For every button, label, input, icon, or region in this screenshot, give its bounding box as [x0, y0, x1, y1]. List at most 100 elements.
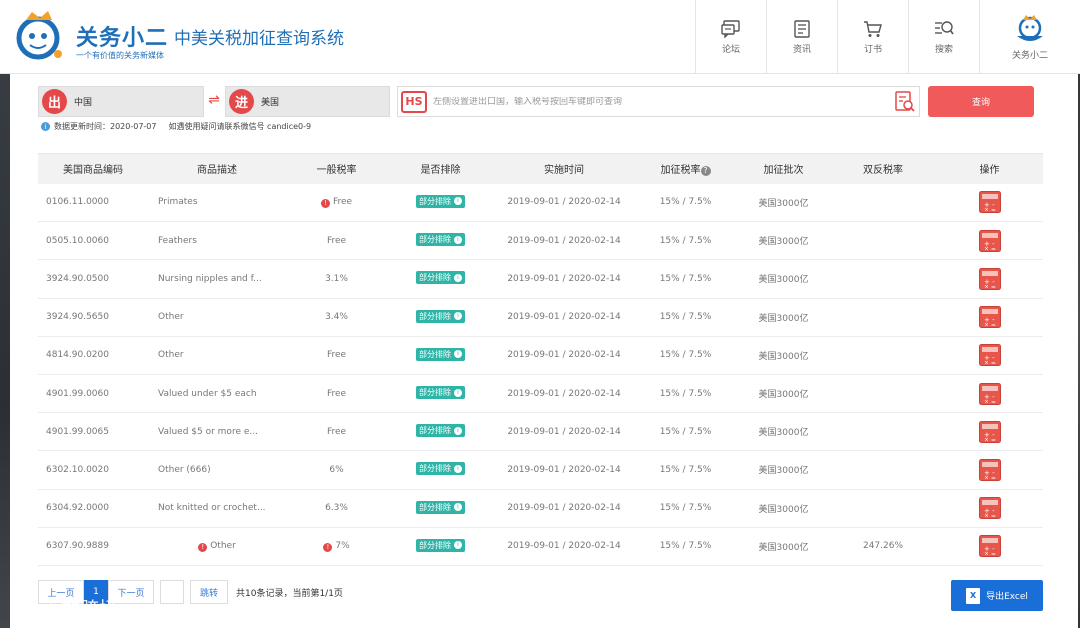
warning-icon[interactable]: !	[198, 542, 208, 552]
warning-icon[interactable]: !	[320, 198, 330, 208]
nav-forum-label: 论坛	[721, 44, 740, 55]
cell-batch: 美国3000亿	[737, 221, 830, 261]
calculator-icon[interactable]: + - × =	[978, 458, 1001, 481]
query-button[interactable]: 查询	[928, 86, 1034, 117]
partial-exclusion-tag[interactable]: 部分排除 i	[416, 194, 465, 208]
calculator-icon[interactable]: + - × =	[978, 306, 1001, 329]
cell-desc: Other	[148, 336, 286, 375]
nav-order-book[interactable]: 订书	[837, 0, 908, 74]
partial-exclusion-tag[interactable]: 部分排除 i	[416, 271, 465, 285]
cell-ad-cvd	[830, 450, 936, 490]
col-header-desc[interactable]: 商品描述	[148, 153, 286, 184]
document-search-icon[interactable]	[893, 90, 917, 114]
calculator-icon[interactable]: + - × =	[978, 497, 1001, 520]
page-jump-input[interactable]	[160, 580, 184, 604]
info-icon: i	[454, 273, 462, 282]
partial-exclusion-tag[interactable]: 部分排除 i	[416, 538, 465, 552]
nav-user[interactable]: 关务小二	[979, 0, 1080, 74]
partial-exclusion-tag[interactable]: 部分排除 i	[416, 386, 465, 400]
table-row[interactable]: 6304.92.0000 Not knitted or crochet... 6.3…	[38, 489, 1043, 528]
partial-exclusion-tag[interactable]: 部分排除 i	[416, 424, 465, 438]
export-badge: 出	[42, 89, 67, 114]
logo[interactable]: 关务小二 一个有价值的关务新媒体	[10, 6, 170, 62]
partial-exclusion-tag[interactable]: 部分排除 i	[416, 347, 465, 361]
watermark: 大数跨境	[10, 594, 118, 621]
top-header: 关务小二 一个有价值的关务新媒体 中美关税加征查询系统 论坛 资讯 订书 搜索 …	[0, 0, 1080, 74]
svg-text:× =: × =	[984, 283, 996, 290]
col-header-exclusion[interactable]: 是否排除	[387, 153, 494, 184]
info-icon: i	[454, 541, 462, 550]
table-row[interactable]: 3924.90.5650 Other 3.4% 部分排除 i 2019-09-01 / 2…	[38, 298, 1043, 337]
export-excel-label: 导出Excel	[986, 592, 1028, 602]
col-header-code[interactable]: 美国商品编码	[38, 153, 148, 184]
col-header-period[interactable]: 实施时间	[494, 153, 634, 184]
partial-exclusion-label: 部分排除	[419, 273, 451, 283]
col-header-ad-cvd[interactable]: 双反税率	[830, 153, 936, 184]
cell-action: + - × =	[936, 412, 1043, 452]
cell-rate-text: 3.1%	[325, 273, 348, 284]
cell-rate: ! Free	[286, 183, 387, 223]
cell-exclusion: 部分排除 i	[387, 527, 494, 566]
warning-icon[interactable]: !	[323, 542, 333, 552]
calculator-icon[interactable]: + - × =	[978, 420, 1001, 443]
partial-exclusion-tag[interactable]: 部分排除 i	[416, 233, 465, 247]
calculator-icon[interactable]: + - × =	[978, 535, 1001, 558]
table-row[interactable]: 6307.90.9889! Other! 7% 部分排除 i 2019-09-01 / 2…	[38, 527, 1043, 566]
import-country-select[interactable]: 进 美国	[225, 86, 390, 117]
table-row[interactable]: 0106.11.0000 Primates! Free 部分排除 i 2019-09-01…	[38, 183, 1043, 223]
col-header-batch[interactable]: 加征批次	[737, 153, 830, 184]
cell-extra-rate: 15% / 7.5%	[634, 259, 737, 299]
calculator-icon[interactable]: + - × =	[978, 382, 1001, 405]
jump-button[interactable]: 跳转	[190, 580, 228, 604]
export-country-select[interactable]: 出 中国	[38, 86, 204, 117]
cell-action: + - × =	[936, 259, 1043, 299]
col-header-rate[interactable]: 一般税率	[286, 153, 387, 184]
watermark-logo-icon	[10, 598, 36, 617]
table-row[interactable]: 0505.10.0060 Feathers Free 部分排除 i 2019-09-01 …	[38, 221, 1043, 261]
table-row[interactable]: 6302.10.0020 Other (666) 6% 部分排除 i 2019-09-01…	[38, 450, 1043, 490]
info-icon: i	[454, 350, 462, 359]
top-nav: 论坛 资讯 订书 搜索 关务小二	[695, 0, 1080, 74]
cell-desc-text: Primates	[158, 197, 198, 208]
nav-news[interactable]: 资讯	[766, 0, 837, 74]
help-icon[interactable]: ?	[700, 166, 711, 177]
partial-exclusion-tag[interactable]: 部分排除 i	[416, 500, 465, 514]
nav-search[interactable]: 搜索	[908, 0, 979, 74]
calculator-icon[interactable]: + - × =	[978, 344, 1001, 367]
table-row[interactable]: 4814.90.0200 Other Free 部分排除 i 2019-09-01 / 2…	[38, 336, 1043, 375]
cell-action: + - × =	[936, 489, 1043, 528]
info-icon: i	[454, 197, 462, 206]
col-header-extra-rate[interactable]: 加征税率?	[634, 153, 737, 184]
info-icon: i	[454, 388, 462, 397]
export-country-value: 中国	[74, 98, 93, 108]
cell-exclusion: 部分排除 i	[387, 489, 494, 528]
table-row[interactable]: 3924.90.0500 Nursing nipples and f... 3.1%…	[38, 259, 1043, 299]
calculator-icon[interactable]: + - × =	[978, 229, 1001, 252]
cell-rate: 6%	[286, 450, 387, 490]
cell-desc: Not knitted or crochet...	[148, 489, 286, 528]
swap-countries-icon[interactable]: ⇌	[206, 92, 222, 110]
cell-code: 0505.10.0060	[38, 221, 148, 261]
cell-action: + - × =	[936, 183, 1043, 223]
partial-exclusion-tag[interactable]: 部分排除 i	[416, 462, 465, 476]
cell-rate-text: 6%	[329, 464, 344, 475]
nav-forum[interactable]: 论坛	[695, 0, 766, 74]
cell-rate: ! 7%	[286, 527, 387, 566]
hs-code-input[interactable]	[433, 96, 893, 107]
cell-code: 3924.90.5650	[38, 298, 148, 337]
partial-exclusion-label: 部分排除	[419, 464, 451, 474]
cell-ad-cvd	[830, 412, 936, 452]
cell-desc: Valued under $5 each	[148, 374, 286, 414]
cell-ad-cvd: 247.26%	[830, 527, 936, 566]
calculator-icon[interactable]: + - × =	[978, 191, 1001, 214]
calculator-icon[interactable]: + - × =	[978, 267, 1001, 290]
table-row[interactable]: 4901.99.0065 Valued $5 or more e... Free 部分…	[38, 412, 1043, 452]
cell-desc-text: Feathers	[158, 235, 197, 246]
export-excel-button[interactable]: X 导出Excel	[951, 580, 1043, 611]
cell-batch: 美国3000亿	[737, 450, 830, 490]
cell-desc-text: Nursing nipples and f...	[158, 273, 262, 284]
cell-desc-text: Other	[158, 350, 184, 361]
svg-text:× =: × =	[984, 551, 996, 558]
table-row[interactable]: 4901.99.0060 Valued under $5 each Free 部分排除…	[38, 374, 1043, 414]
partial-exclusion-tag[interactable]: 部分排除 i	[416, 309, 465, 323]
